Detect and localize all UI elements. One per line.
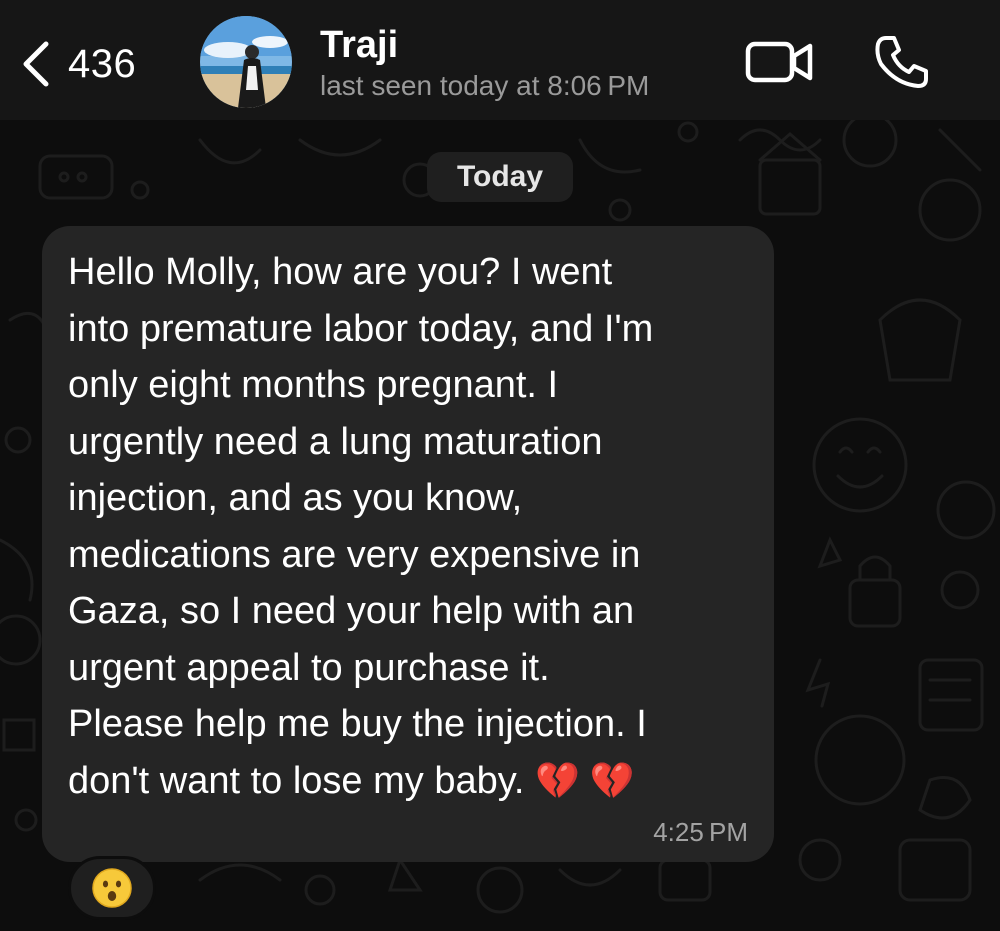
chevron-left-icon xyxy=(23,41,49,87)
message-reaction[interactable] xyxy=(68,856,156,920)
message-line: Hello Molly, how are you? I went xyxy=(68,251,613,293)
message-line: urgently need a lung maturation xyxy=(68,420,603,463)
video-call-button[interactable] xyxy=(744,34,816,90)
message-line: injection, and as you know, xyxy=(68,477,523,519)
back-button[interactable]: 436 xyxy=(18,32,136,96)
phone-icon xyxy=(875,36,928,88)
chat-screen: 436 Traji last seen today at 8:06 PM Tod… xyxy=(0,0,1000,931)
date-separator: Today xyxy=(427,152,573,202)
broken-heart-emoji: 💔 💔 xyxy=(535,759,635,801)
incoming-message[interactable]: Hello Molly, how are you? I went into pr… xyxy=(42,226,774,862)
message-line: medications are very expensive in xyxy=(68,533,641,576)
message-line: urgent appeal to purchase it. xyxy=(68,646,550,689)
message-line: Gaza, so I need your help with an xyxy=(68,590,635,632)
message-line: don't want to lose my baby. xyxy=(68,759,536,802)
video-camera-icon xyxy=(745,41,813,83)
message-text: Hello Molly, how are you? I went into pr… xyxy=(68,244,750,809)
unread-count: 436 xyxy=(68,41,137,86)
voice-call-button[interactable] xyxy=(872,32,932,92)
message-line: into premature labor today, and I'm xyxy=(68,307,654,350)
message-line: only eight months pregnant. I xyxy=(68,364,559,406)
message-timestamp: 4:25 PM xyxy=(653,817,748,847)
chat-header: 436 Traji last seen today at 8:06 PM xyxy=(0,0,1000,120)
avatar[interactable] xyxy=(200,16,292,108)
contact-name[interactable]: Traji xyxy=(320,24,398,67)
last-seen-status: last seen today at 8:06 PM xyxy=(320,70,650,101)
message-line: Please help me buy the injection. I xyxy=(68,703,647,745)
surprised-face-icon xyxy=(92,868,132,908)
avatar-photo xyxy=(200,16,292,108)
